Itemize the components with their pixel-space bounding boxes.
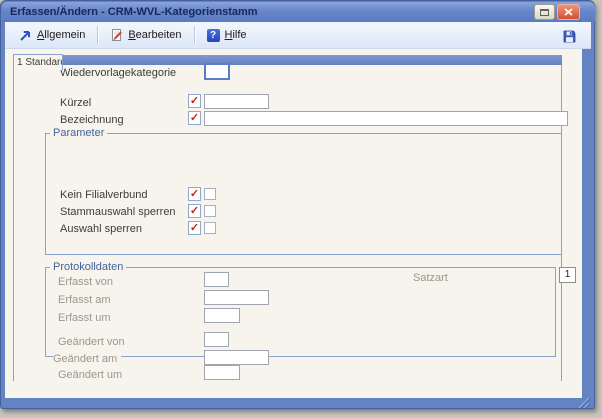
toolbar-separator	[97, 26, 98, 44]
tab-strip	[13, 55, 562, 65]
required-icon: ✓	[188, 221, 201, 235]
kuerzel-input[interactable]	[204, 94, 269, 109]
bearbeiten-button[interactable]: Bearbeiten	[105, 25, 186, 45]
auswahl-sperren-checkbox[interactable]	[204, 222, 216, 234]
required-icon: ✓	[188, 111, 201, 125]
wiedervorlagekategorie-label: Wiedervorlagekategorie	[60, 67, 176, 79]
parameter-legend: Parameter	[50, 127, 107, 140]
satzart-value: 1	[559, 267, 576, 283]
stammauswahl-sperren-checkbox[interactable]	[204, 205, 216, 217]
titlebar[interactable]: Erfassen/Ändern - CRM-WVL-Kategorienstam…	[2, 2, 595, 22]
stammauswahl-sperren-label: Stammauswahl sperren	[60, 206, 176, 218]
auswahl-sperren-label: Auswahl sperren	[60, 223, 142, 235]
geaendert-um-label: Geändert um	[58, 369, 122, 381]
save-button[interactable]	[559, 27, 579, 45]
allgemein-label: Allgemein	[37, 29, 85, 41]
kein-filialverbund-checkbox[interactable]	[204, 188, 216, 200]
geaendert-von-input[interactable]	[204, 332, 229, 347]
erfasst-am-label: Erfasst am	[58, 294, 111, 306]
desktop-background: Erfassen/Ändern - CRM-WVL-Kategorienstam…	[0, 0, 602, 418]
maximize-button[interactable]	[534, 4, 555, 20]
resize-grip-icon[interactable]	[577, 397, 590, 408]
protokolldaten-legend: Protokolldaten	[50, 261, 126, 274]
arrow-up-right-icon	[19, 29, 32, 42]
geaendert-am-input[interactable]	[204, 350, 269, 365]
geaendert-um-input[interactable]	[204, 365, 240, 380]
close-button[interactable]	[557, 4, 580, 20]
required-icon: ✓	[188, 204, 201, 218]
bearbeiten-label: Bearbeiten	[128, 29, 181, 41]
erfasst-um-input[interactable]	[204, 308, 240, 323]
hilfe-button[interactable]: ? Hilfe	[202, 26, 252, 45]
window-title: Erfassen/Ändern - CRM-WVL-Kategorienstam…	[10, 6, 258, 18]
erfasst-von-input[interactable]	[204, 272, 229, 287]
erfasst-am-input[interactable]	[204, 290, 269, 305]
required-icon: ✓	[188, 187, 201, 201]
edit-document-icon	[110, 28, 123, 42]
toolbar-separator	[194, 26, 195, 44]
bezeichnung-label: Bezeichnung	[60, 114, 124, 126]
save-icon	[563, 30, 576, 43]
help-icon: ?	[207, 29, 220, 42]
wiedervorlagekategorie-input[interactable]	[204, 63, 230, 80]
erfasst-um-label: Erfasst um	[58, 312, 111, 324]
kuerzel-label: Kürzel	[60, 97, 91, 109]
panel-left-border	[13, 65, 14, 381]
toolbar: Allgemein Bearbeiten ? Hilfe	[5, 22, 591, 49]
tab-1-standard[interactable]: 1 Standard	[13, 54, 63, 70]
close-icon	[564, 8, 573, 16]
kein-filialverbund-label: Kein Filialverbund	[60, 189, 147, 201]
maximize-icon	[540, 9, 549, 16]
bezeichnung-input[interactable]	[204, 111, 568, 126]
geaendert-von-label: Geändert von	[58, 336, 125, 348]
geaendert-am-label: Geändert am	[53, 353, 121, 365]
tab-label: 1 Standard	[17, 57, 63, 68]
allgemein-button[interactable]: Allgemein	[14, 26, 90, 45]
erfasst-von-label: Erfasst von	[58, 276, 113, 288]
required-icon: ✓	[188, 94, 201, 108]
hilfe-label: Hilfe	[225, 29, 247, 41]
